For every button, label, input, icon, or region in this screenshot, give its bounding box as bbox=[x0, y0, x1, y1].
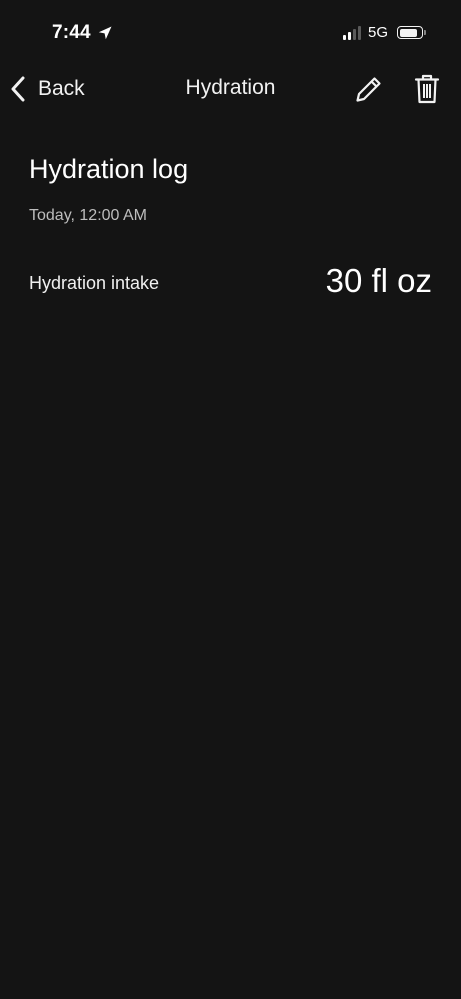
delete-button[interactable] bbox=[413, 73, 441, 105]
network-type: 5G bbox=[367, 24, 388, 41]
status-time-group: 7:44 bbox=[52, 22, 113, 44]
signal-bar bbox=[342, 34, 346, 40]
cellular-signal-icon bbox=[342, 25, 361, 40]
pencil-icon bbox=[356, 77, 381, 102]
battery-cap bbox=[424, 30, 426, 35]
hydration-intake-row: Hydration intake 30 fl oz bbox=[29, 260, 432, 306]
status-indicators: 5G bbox=[342, 24, 426, 41]
status-time: 7:44 bbox=[52, 22, 91, 43]
chevron-left-icon bbox=[11, 76, 25, 102]
trash-icon bbox=[414, 74, 440, 104]
signal-bar bbox=[352, 28, 356, 40]
log-timestamp: Today, 12:00 AM bbox=[29, 207, 147, 224]
navigation-bar: Back Hydration bbox=[0, 64, 461, 112]
signal-bar bbox=[347, 31, 351, 40]
status-bar: 7:44 5G bbox=[0, 0, 461, 64]
location-arrow-icon bbox=[98, 26, 112, 40]
page-title: Hydration log bbox=[29, 154, 189, 184]
battery-level bbox=[399, 28, 417, 37]
back-label: Back bbox=[38, 77, 85, 100]
edit-button[interactable] bbox=[354, 74, 384, 104]
back-button[interactable]: Back bbox=[10, 74, 85, 104]
signal-bar bbox=[357, 25, 361, 40]
intake-value: 30 fl oz bbox=[325, 262, 432, 299]
intake-label: Hydration intake bbox=[29, 273, 160, 293]
battery-icon bbox=[397, 26, 426, 39]
